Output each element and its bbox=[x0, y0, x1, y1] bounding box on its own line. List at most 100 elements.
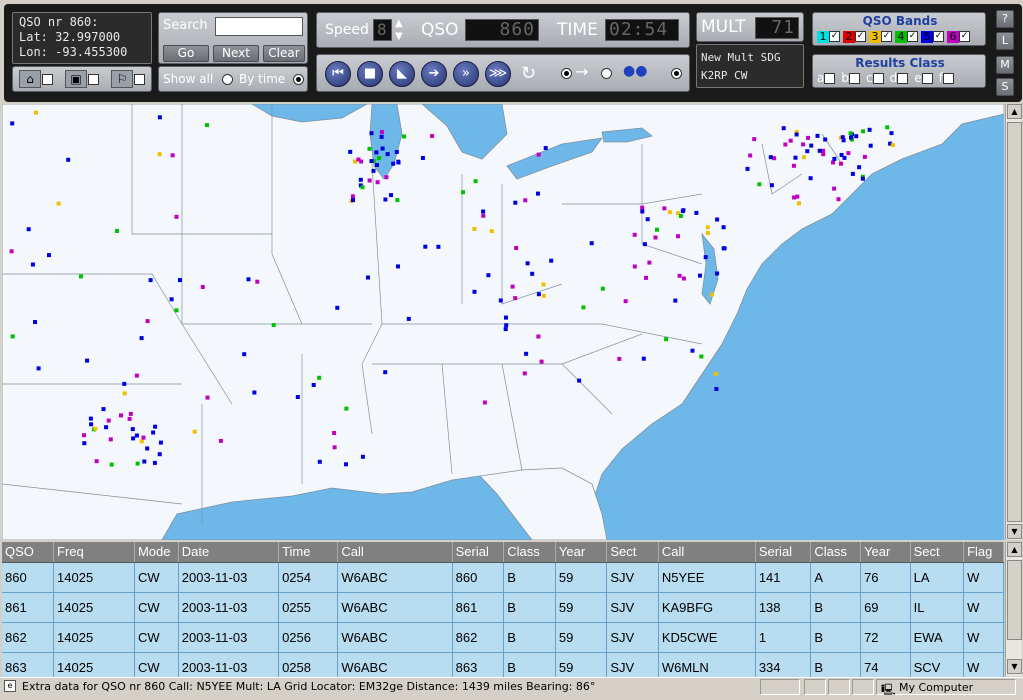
column-header[interactable]: Freq bbox=[53, 542, 135, 563]
table-cell: CW bbox=[134, 562, 179, 593]
column-header[interactable]: Serial bbox=[755, 542, 812, 563]
band-5-checkbox[interactable]: ✓ bbox=[933, 31, 944, 42]
fast-forward-icon[interactable]: » bbox=[453, 61, 479, 87]
class-a-checkbox[interactable] bbox=[824, 73, 836, 84]
table-row[interactable]: 862 14025 CW 2003-11-03 0256 W6ABC 862 B 59 SJV KD… bbox=[2, 622, 1004, 653]
class-c-checkbox[interactable] bbox=[872, 73, 884, 84]
fastest-forward-icon[interactable]: ⋙ bbox=[485, 61, 511, 87]
class-a-label: a bbox=[817, 71, 825, 85]
arrow-mode-radio[interactable] bbox=[601, 68, 612, 79]
help-button[interactable]: ? bbox=[996, 10, 1014, 28]
column-header[interactable]: Call bbox=[337, 542, 453, 563]
qso-dot bbox=[200, 285, 205, 289]
column-header[interactable]: Sect bbox=[606, 542, 659, 563]
by-time-radio[interactable] bbox=[293, 74, 304, 85]
table-cell: A bbox=[810, 562, 862, 593]
qso-dot bbox=[536, 292, 541, 297]
qso-dot bbox=[127, 416, 132, 421]
step-back-icon[interactable]: ◣ bbox=[389, 61, 415, 87]
table-row[interactable]: 860 14025 CW 2003-11-03 0254 W6ABC 860 B 59 SJV N5… bbox=[2, 562, 1004, 593]
qso-bands-panel: QSO Bands 1 ✓ 2 ✓ 3 ✓ 4 ✓ 5 ✓ 6 ✓ bbox=[812, 12, 986, 46]
band-4-checkbox[interactable]: ✓ bbox=[907, 31, 918, 42]
map-scroll-down-icon[interactable]: ▼ bbox=[1007, 524, 1022, 539]
column-header[interactable]: Serial bbox=[452, 542, 505, 563]
qso-dot bbox=[119, 413, 123, 418]
column-header[interactable]: Call bbox=[658, 542, 756, 563]
column-header[interactable]: Time bbox=[278, 542, 339, 563]
column-header[interactable]: QSO bbox=[2, 542, 55, 563]
home-view-icon[interactable]: ⌂ bbox=[19, 70, 41, 88]
band-2-checkbox[interactable]: ✓ bbox=[855, 31, 866, 42]
clear-button[interactable]: Clear bbox=[263, 45, 305, 62]
column-header[interactable]: Year bbox=[860, 542, 911, 563]
class-f-checkbox[interactable] bbox=[942, 73, 954, 84]
class-e-checkbox[interactable] bbox=[921, 73, 933, 84]
band-1-checkbox[interactable]: ✓ bbox=[829, 31, 840, 42]
frame-view-icon[interactable]: ▣ bbox=[65, 70, 87, 88]
go-button[interactable]: Go bbox=[163, 45, 209, 62]
map-scrollbar[interactable]: ▲ ▼ bbox=[1005, 104, 1022, 540]
table-row[interactable]: 861 14025 CW 2003-11-03 0255 W6ABC 861 B 59 SJV KA… bbox=[2, 592, 1004, 623]
column-header[interactable]: Class bbox=[810, 542, 862, 563]
qso-dot bbox=[705, 225, 710, 230]
mult-label: MULT bbox=[701, 17, 746, 37]
balls-mode-radio[interactable] bbox=[671, 68, 682, 79]
l-button[interactable]: L bbox=[996, 32, 1014, 50]
m-button[interactable]: M bbox=[996, 56, 1014, 74]
qso-dot bbox=[757, 182, 762, 187]
home-view-checkbox[interactable] bbox=[42, 74, 53, 85]
map-canvas[interactable] bbox=[2, 104, 1004, 540]
table-scrollbar[interactable]: ▲ ▼ bbox=[1005, 542, 1022, 676]
table-scroll-thumb[interactable] bbox=[1007, 560, 1022, 640]
show-all-radio[interactable] bbox=[222, 74, 233, 85]
frame-view-checkbox[interactable] bbox=[88, 74, 99, 85]
map-scroll-thumb[interactable] bbox=[1007, 122, 1022, 522]
qso-dot bbox=[815, 133, 820, 138]
qso-dot bbox=[473, 179, 478, 184]
qso-dot bbox=[808, 176, 813, 181]
band-3-label: 3 bbox=[869, 30, 881, 43]
column-header[interactable]: Flag bbox=[963, 542, 1004, 563]
table-scroll-down-icon[interactable]: ▼ bbox=[1007, 659, 1022, 674]
column-header[interactable]: Date bbox=[178, 542, 280, 563]
qso-dot bbox=[805, 149, 810, 154]
map-scroll-up-icon[interactable]: ▲ bbox=[1007, 104, 1022, 119]
loop-radio[interactable] bbox=[561, 68, 572, 79]
s-button[interactable]: S bbox=[996, 78, 1014, 96]
qso-dot bbox=[88, 416, 93, 421]
rewind-start-icon[interactable]: ⏮ bbox=[325, 61, 351, 87]
column-header[interactable]: Year bbox=[555, 542, 608, 563]
next-button[interactable]: Next bbox=[213, 45, 259, 62]
qso-dot bbox=[157, 152, 162, 157]
qso-dot bbox=[317, 459, 322, 464]
table-cell: 862 bbox=[2, 622, 55, 653]
qso-dot bbox=[242, 352, 247, 357]
play-icon[interactable]: ➔ bbox=[421, 61, 447, 87]
qso-dot bbox=[848, 131, 853, 136]
flag-view-icon[interactable]: ⚐ bbox=[111, 70, 133, 88]
band-6-checkbox[interactable]: ✓ bbox=[959, 31, 970, 42]
speed-spinner[interactable]: ▲ ▼ bbox=[395, 17, 403, 43]
column-header[interactable]: Sect bbox=[910, 542, 965, 563]
qso-dot bbox=[420, 156, 425, 160]
search-input[interactable] bbox=[215, 17, 303, 36]
column-header[interactable]: Mode bbox=[134, 542, 179, 563]
status-segment-3 bbox=[828, 679, 850, 695]
flag-view-checkbox[interactable] bbox=[134, 74, 145, 85]
table-cell: CW bbox=[134, 592, 179, 623]
stop-icon[interactable]: ■ bbox=[357, 61, 383, 87]
qso-number-text: QSO nr 860: bbox=[19, 15, 99, 29]
class-d-checkbox[interactable] bbox=[897, 73, 909, 84]
qso-dot bbox=[367, 146, 372, 151]
table-cell: 141 bbox=[755, 562, 812, 593]
table-scroll-up-icon[interactable]: ▲ bbox=[1007, 542, 1022, 557]
qso-dot bbox=[139, 336, 144, 341]
band-3-checkbox[interactable]: ✓ bbox=[881, 31, 892, 42]
class-b-checkbox[interactable] bbox=[848, 73, 860, 84]
column-header[interactable]: Class bbox=[503, 542, 556, 563]
qso-dot bbox=[539, 359, 544, 364]
loop-icon[interactable]: ↻ bbox=[521, 63, 536, 84]
table-cell: 76 bbox=[860, 562, 911, 593]
status-segment-1 bbox=[760, 679, 800, 695]
qso-map[interactable] bbox=[2, 104, 1004, 540]
